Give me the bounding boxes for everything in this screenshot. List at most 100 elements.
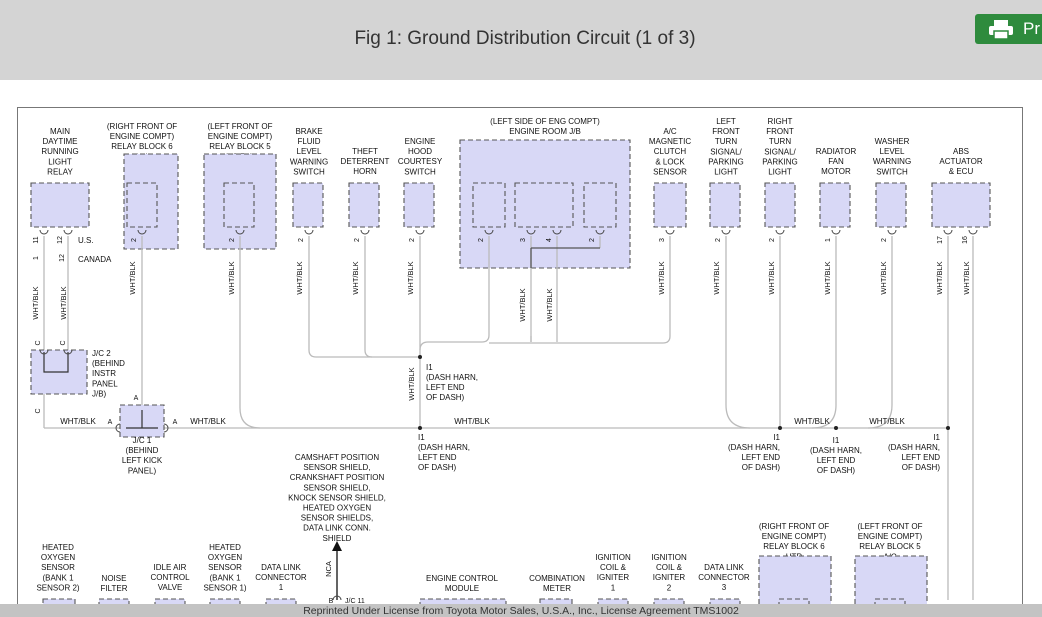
- main-drl-relay-box: [30, 182, 90, 228]
- wire-color-label: WHT/BLK: [406, 261, 415, 294]
- splice-right-b-label: (DASH HARN,: [810, 446, 862, 455]
- wire: [419, 268, 490, 351]
- wiring-diagram: MAINDAYTIMERUNNINGLIGHTRELAY(RIGHT FRONT…: [30, 117, 991, 617]
- brake-switch-label: WARNING: [290, 157, 328, 166]
- shield-label-label: SENSOR SHIELDS,: [301, 514, 373, 523]
- license-footer: Reprinted Under License from Toyota Moto…: [0, 604, 1042, 617]
- jc2-label: J/C 2: [92, 349, 111, 358]
- noise-filter-label: NOISE: [102, 574, 127, 583]
- shield-label-label: HEATED OXYGEN: [303, 504, 372, 513]
- ac-fan-relay-3-box: [223, 182, 255, 228]
- jc1-label: J/C 1: [133, 436, 152, 445]
- splice-i1-right-a: [778, 426, 782, 430]
- ac-clutch-box: [653, 182, 687, 228]
- jc1-label: PANEL): [128, 466, 157, 475]
- ac-fan-relay-2-label: RELAY BLOCK 5: [859, 542, 921, 551]
- pin-number: 2: [881, 238, 888, 242]
- brake-switch-label: SWITCH: [293, 167, 325, 176]
- ignition-coil-2-label: COIL &: [656, 563, 683, 572]
- ho2s-bank1-s1-label: SENSOR: [208, 563, 242, 572]
- drl-relay-label: ENGINE COMPT): [110, 132, 175, 141]
- htr-relay-label: ENGINE COMPT): [762, 532, 827, 541]
- pin-number: 2: [298, 238, 305, 242]
- right-turn-label: LIGHT: [768, 168, 792, 177]
- engine-room-jb-label: ENGINE ROOM J/B: [509, 127, 581, 136]
- ignition-coil-2-label: IGNITION: [651, 553, 687, 562]
- pin-number: 2: [715, 238, 722, 242]
- hood-switch-label: HOOD: [408, 147, 432, 156]
- rad-fan-label: MOTOR: [821, 167, 851, 176]
- right-turn-label: SIGNAL/: [764, 147, 796, 156]
- wire-color-label: WHT/BLK: [962, 261, 971, 294]
- shield-label-label: DATA LINK CONN.: [303, 524, 371, 533]
- pin-number: 3: [659, 238, 666, 242]
- ac-clutch-label: A/C: [663, 127, 677, 136]
- wire-color-label: WHT/BLK: [407, 367, 416, 400]
- pin-cap: [360, 229, 370, 235]
- ho2s-bank1-s1-label: HEATED: [209, 543, 241, 552]
- pin-number: 3: [520, 238, 527, 242]
- pin-cap: [304, 229, 314, 235]
- jc2-label: PANEL: [92, 379, 118, 388]
- wire-color-label: WHT/BLK: [767, 261, 776, 294]
- pin-cap: [415, 229, 425, 235]
- rad-fan-box: [819, 182, 851, 228]
- pin-number: 12: [57, 236, 64, 244]
- splice-i1-right-b: [834, 426, 838, 430]
- main-drl-label: RELAY: [47, 167, 73, 176]
- ho2s-bank1-s2-label: OXYGEN: [41, 553, 75, 562]
- splice-right-b-label: LEFT END: [817, 456, 856, 465]
- shield-label-label: CRANKSHAFT POSITION: [290, 473, 385, 482]
- ignition-coil-1-label: 1: [611, 583, 616, 592]
- combination-meter-label: METER: [543, 584, 571, 593]
- ho2s-bank1-s1-label: (BANK 1: [209, 573, 241, 582]
- splice-upper-label: OF DASH): [426, 393, 465, 402]
- region-label-canada: CANADA: [78, 255, 112, 264]
- shield-label-label: SENSOR SHIELD,: [303, 463, 370, 472]
- dlc3-label: 3: [722, 583, 727, 592]
- pin-number: 2: [409, 238, 416, 242]
- iac-valve-label: CONTROL: [150, 573, 190, 582]
- right-turn-label: RIGHT: [768, 117, 793, 126]
- pin-number: 1: [33, 256, 40, 260]
- splice-i1-right-c: [946, 426, 950, 430]
- splice-right-b-label: OF DASH): [817, 466, 856, 475]
- pin-cap: [887, 229, 897, 235]
- abs-label: ABS: [953, 147, 969, 156]
- wire-color-label: WHT/BLK: [59, 286, 68, 319]
- left-turn-label: FRONT: [712, 127, 740, 136]
- wire: [725, 236, 751, 429]
- splice-right-c-label: (DASH HARN,: [888, 443, 940, 452]
- jc1-label: (BEHIND: [126, 446, 159, 455]
- splice-right-a-label: LEFT END: [741, 453, 780, 462]
- wire: [364, 236, 373, 358]
- wire-color-label: WHT/BLK: [869, 417, 905, 426]
- splice-main-label: (DASH HARN,: [418, 443, 470, 452]
- pin-letter: A: [134, 395, 139, 402]
- left-turn-label: PARKING: [708, 157, 743, 166]
- main-drl-label: LIGHT: [48, 157, 72, 166]
- wire-color-label: WHT/BLK: [31, 286, 40, 319]
- left-turn-label: SIGNAL/: [710, 147, 742, 156]
- ecm-label: MODULE: [445, 584, 479, 593]
- splice-upper-label: I1: [426, 363, 433, 372]
- wire-color-label: WHT/BLK: [712, 261, 721, 294]
- dlc1-label: DATA LINK: [261, 563, 301, 572]
- ho2s-bank1-s1-label: OXYGEN: [208, 553, 242, 562]
- drl-relay-label: (RIGHT FRONT OF: [107, 122, 177, 131]
- pin-cap: [968, 229, 978, 235]
- washer-switch-label: WASHER: [875, 137, 910, 146]
- abs-label: ACTUATOR: [939, 157, 982, 166]
- dlc1-label: CONNECTOR: [255, 573, 307, 582]
- ignition-coil-2-label: IGNITER: [653, 573, 686, 582]
- ac-fan-relay-3-label: ENGINE COMPT): [208, 132, 273, 141]
- pin-letter: A: [173, 419, 178, 426]
- jc2-label: INSTR: [92, 369, 116, 378]
- drl-relay-label: RELAY BLOCK 6: [111, 142, 173, 151]
- wire-color-label: WHT/BLK: [935, 261, 944, 294]
- engine-main-relay-box: [514, 182, 574, 228]
- ac-clutch-label: & LOCK: [655, 157, 685, 166]
- ho2s-bank1-s2-label: SENSOR 2): [36, 583, 79, 592]
- hood-switch-box: [403, 182, 435, 228]
- pin-cap: [775, 229, 785, 235]
